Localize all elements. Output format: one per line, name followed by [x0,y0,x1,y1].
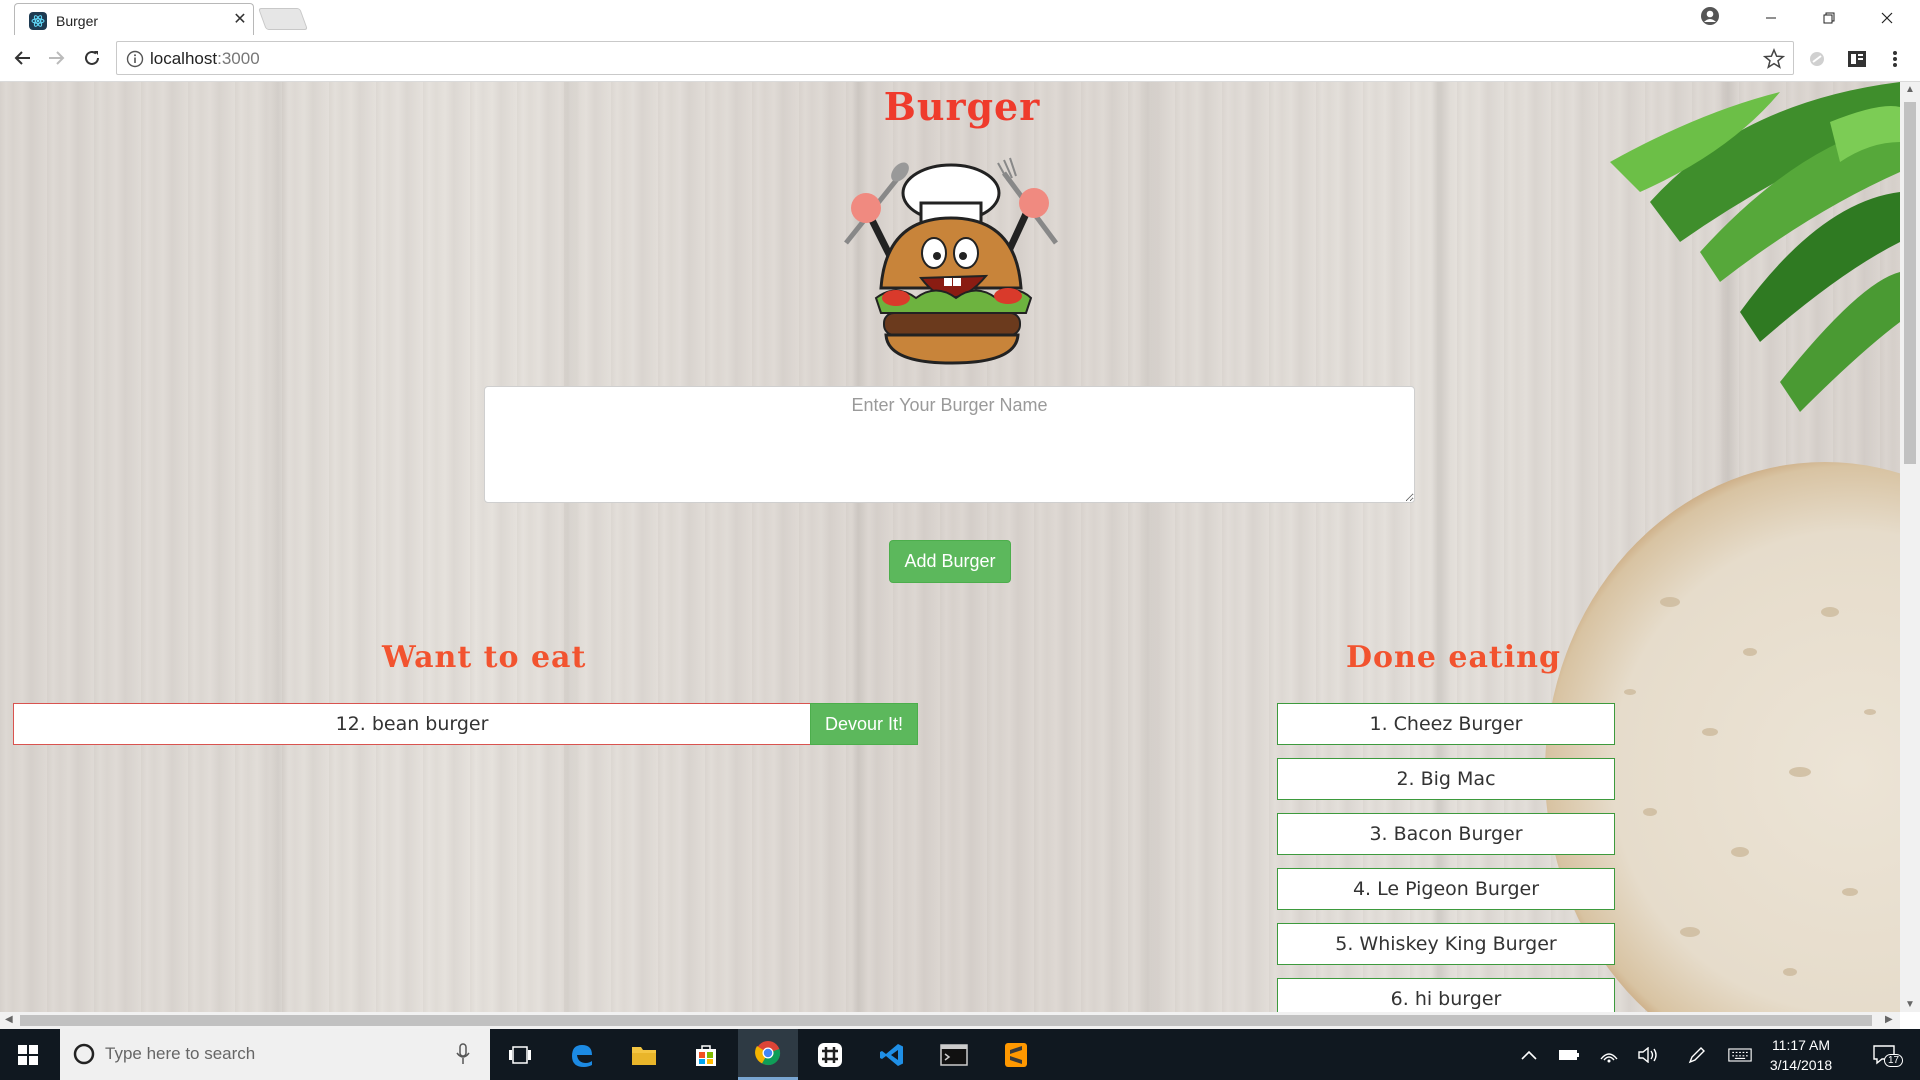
restore-button[interactable] [1800,0,1858,35]
menu-kebab-icon[interactable] [1884,48,1906,70]
profile-icon[interactable] [1700,6,1720,26]
cortana-icon [73,1043,95,1065]
task-view-button[interactable] [490,1029,550,1080]
folder-icon [632,1046,656,1065]
close-window-button[interactable] [1858,0,1916,35]
done-eating-heading: Done eating [1346,640,1561,675]
taskbar-app-vscode[interactable] [862,1029,922,1080]
speaker-icon [1638,1047,1657,1063]
taskbar-app-edge[interactable] [552,1029,612,1080]
burger-name-input[interactable] [484,386,1415,503]
pen-icon [1688,1047,1705,1064]
search-placeholder: Type here to search [105,1044,256,1063]
want-to-eat-heading: Want to eat [382,640,587,675]
battery-icon [1559,1050,1579,1060]
vscode-icon [880,1043,903,1066]
done-item: 6. hi burger [1277,978,1615,1012]
close-icon [1881,12,1893,23]
done-item: 2. Big Mac [1277,758,1615,800]
done-item: 5. Whiskey King Burger [1277,923,1615,965]
bread-texture [1624,597,1876,976]
minimize-icon [1766,17,1776,18]
chevron-up-icon [1521,1050,1537,1060]
url-port: :3000 [217,49,260,68]
reload-button[interactable] [79,45,105,71]
done-item: 4. Le Pigeon Burger [1277,868,1615,910]
browser-tabstrip: Burger ✕ [0,0,1920,36]
add-burger-button[interactable]: Add Burger [889,540,1011,583]
store-icon [696,1044,716,1066]
extension-icon[interactable] [1806,48,1828,70]
notification-count-badge: 17 [1884,1054,1904,1067]
new-tab-button[interactable] [257,8,309,30]
show-hidden-icons-button[interactable] [1517,1044,1541,1066]
browser-tab[interactable]: Burger ✕ [14,3,254,36]
devour-button[interactable]: Devour It! [810,703,918,745]
tab-title: Burger [56,13,99,29]
browser-toolbar: localhost:3000 [0,35,1920,82]
burger-mascot-image [844,157,1059,365]
vertical-scrollbar[interactable]: ▲ ▼ [1900,82,1920,1012]
page-title: Burger [883,84,1041,129]
touch-keyboard-button[interactable] [1728,1044,1752,1066]
action-center-button[interactable]: 17 [1866,1044,1904,1067]
vertical-scroll-thumb[interactable] [1904,102,1916,464]
taskbar-app-chrome[interactable] [738,1029,798,1080]
arrow-left-icon [14,51,30,65]
horizontal-scroll-thumb[interactable] [20,1015,1872,1026]
taskbar-app-store[interactable] [676,1029,736,1080]
taskbar-app-slack[interactable] [800,1029,860,1080]
scroll-left-icon[interactable]: ◀ [5,1014,13,1025]
done-item: 3. Bacon Burger [1277,813,1615,855]
close-tab-icon[interactable]: ✕ [231,10,249,28]
info-icon[interactable] [126,50,144,68]
horizontal-scrollbar[interactable]: ◀ ▶ [0,1012,1900,1029]
wifi-status[interactable] [1597,1044,1621,1066]
chrome-icon [755,1041,781,1066]
microphone-icon[interactable] [455,1043,471,1065]
clock-time: 11:17 AM [1771,1037,1831,1053]
taskbar-app-file-explorer[interactable] [614,1029,674,1080]
want-item: 12. bean burger [13,703,811,745]
address-bar[interactable]: localhost:3000 [116,41,1794,75]
taskbar-app-sublime[interactable] [986,1029,1046,1080]
reload-icon [85,50,99,65]
scroll-right-icon[interactable]: ▶ [1885,1014,1893,1025]
scroll-up-icon[interactable]: ▲ [1905,84,1915,95]
slack-icon [818,1042,842,1067]
keyboard-icon [1728,1048,1752,1062]
taskbar-clock[interactable]: 11:17 AM 3/14/2018 [1760,1035,1842,1075]
battery-status[interactable] [1557,1044,1581,1066]
scroll-down-icon[interactable]: ▼ [1905,999,1915,1010]
sublime-text-icon [1005,1042,1027,1067]
url-text: localhost:3000 [150,49,260,69]
edge-icon [572,1044,592,1067]
reader-extension-icon[interactable] [1846,48,1868,70]
url-host: localhost [150,49,218,68]
taskbar-search-box[interactable]: Type here to search [60,1029,490,1080]
minimize-button[interactable] [1742,0,1800,35]
bookmark-star-icon[interactable] [1763,48,1785,70]
arrow-right-icon [49,51,65,65]
start-button[interactable] [0,1029,56,1080]
leaves-image [1610,82,1900,412]
back-button[interactable] [10,45,36,71]
clock-date: 3/14/2018 [1769,1057,1833,1073]
page-viewport: Burger Add Burger Want to eat Done eatin… [0,82,1900,1012]
done-item: 1. Cheez Burger [1277,703,1615,745]
wifi-icon [1600,1053,1618,1063]
terminal-icon [940,1043,968,1066]
windows-taskbar: Type here to search 11:17 AM 3/14/2018 1… [0,1029,1920,1080]
taskbar-app-terminal[interactable] [924,1029,984,1080]
task-view-icon [509,1045,531,1064]
restore-icon [1823,12,1835,23]
windows-logo-icon [18,1044,38,1065]
react-icon [29,12,47,30]
pen-workspace-button[interactable] [1685,1044,1709,1066]
volume-control[interactable] [1637,1044,1661,1066]
forward-button[interactable] [43,45,69,71]
